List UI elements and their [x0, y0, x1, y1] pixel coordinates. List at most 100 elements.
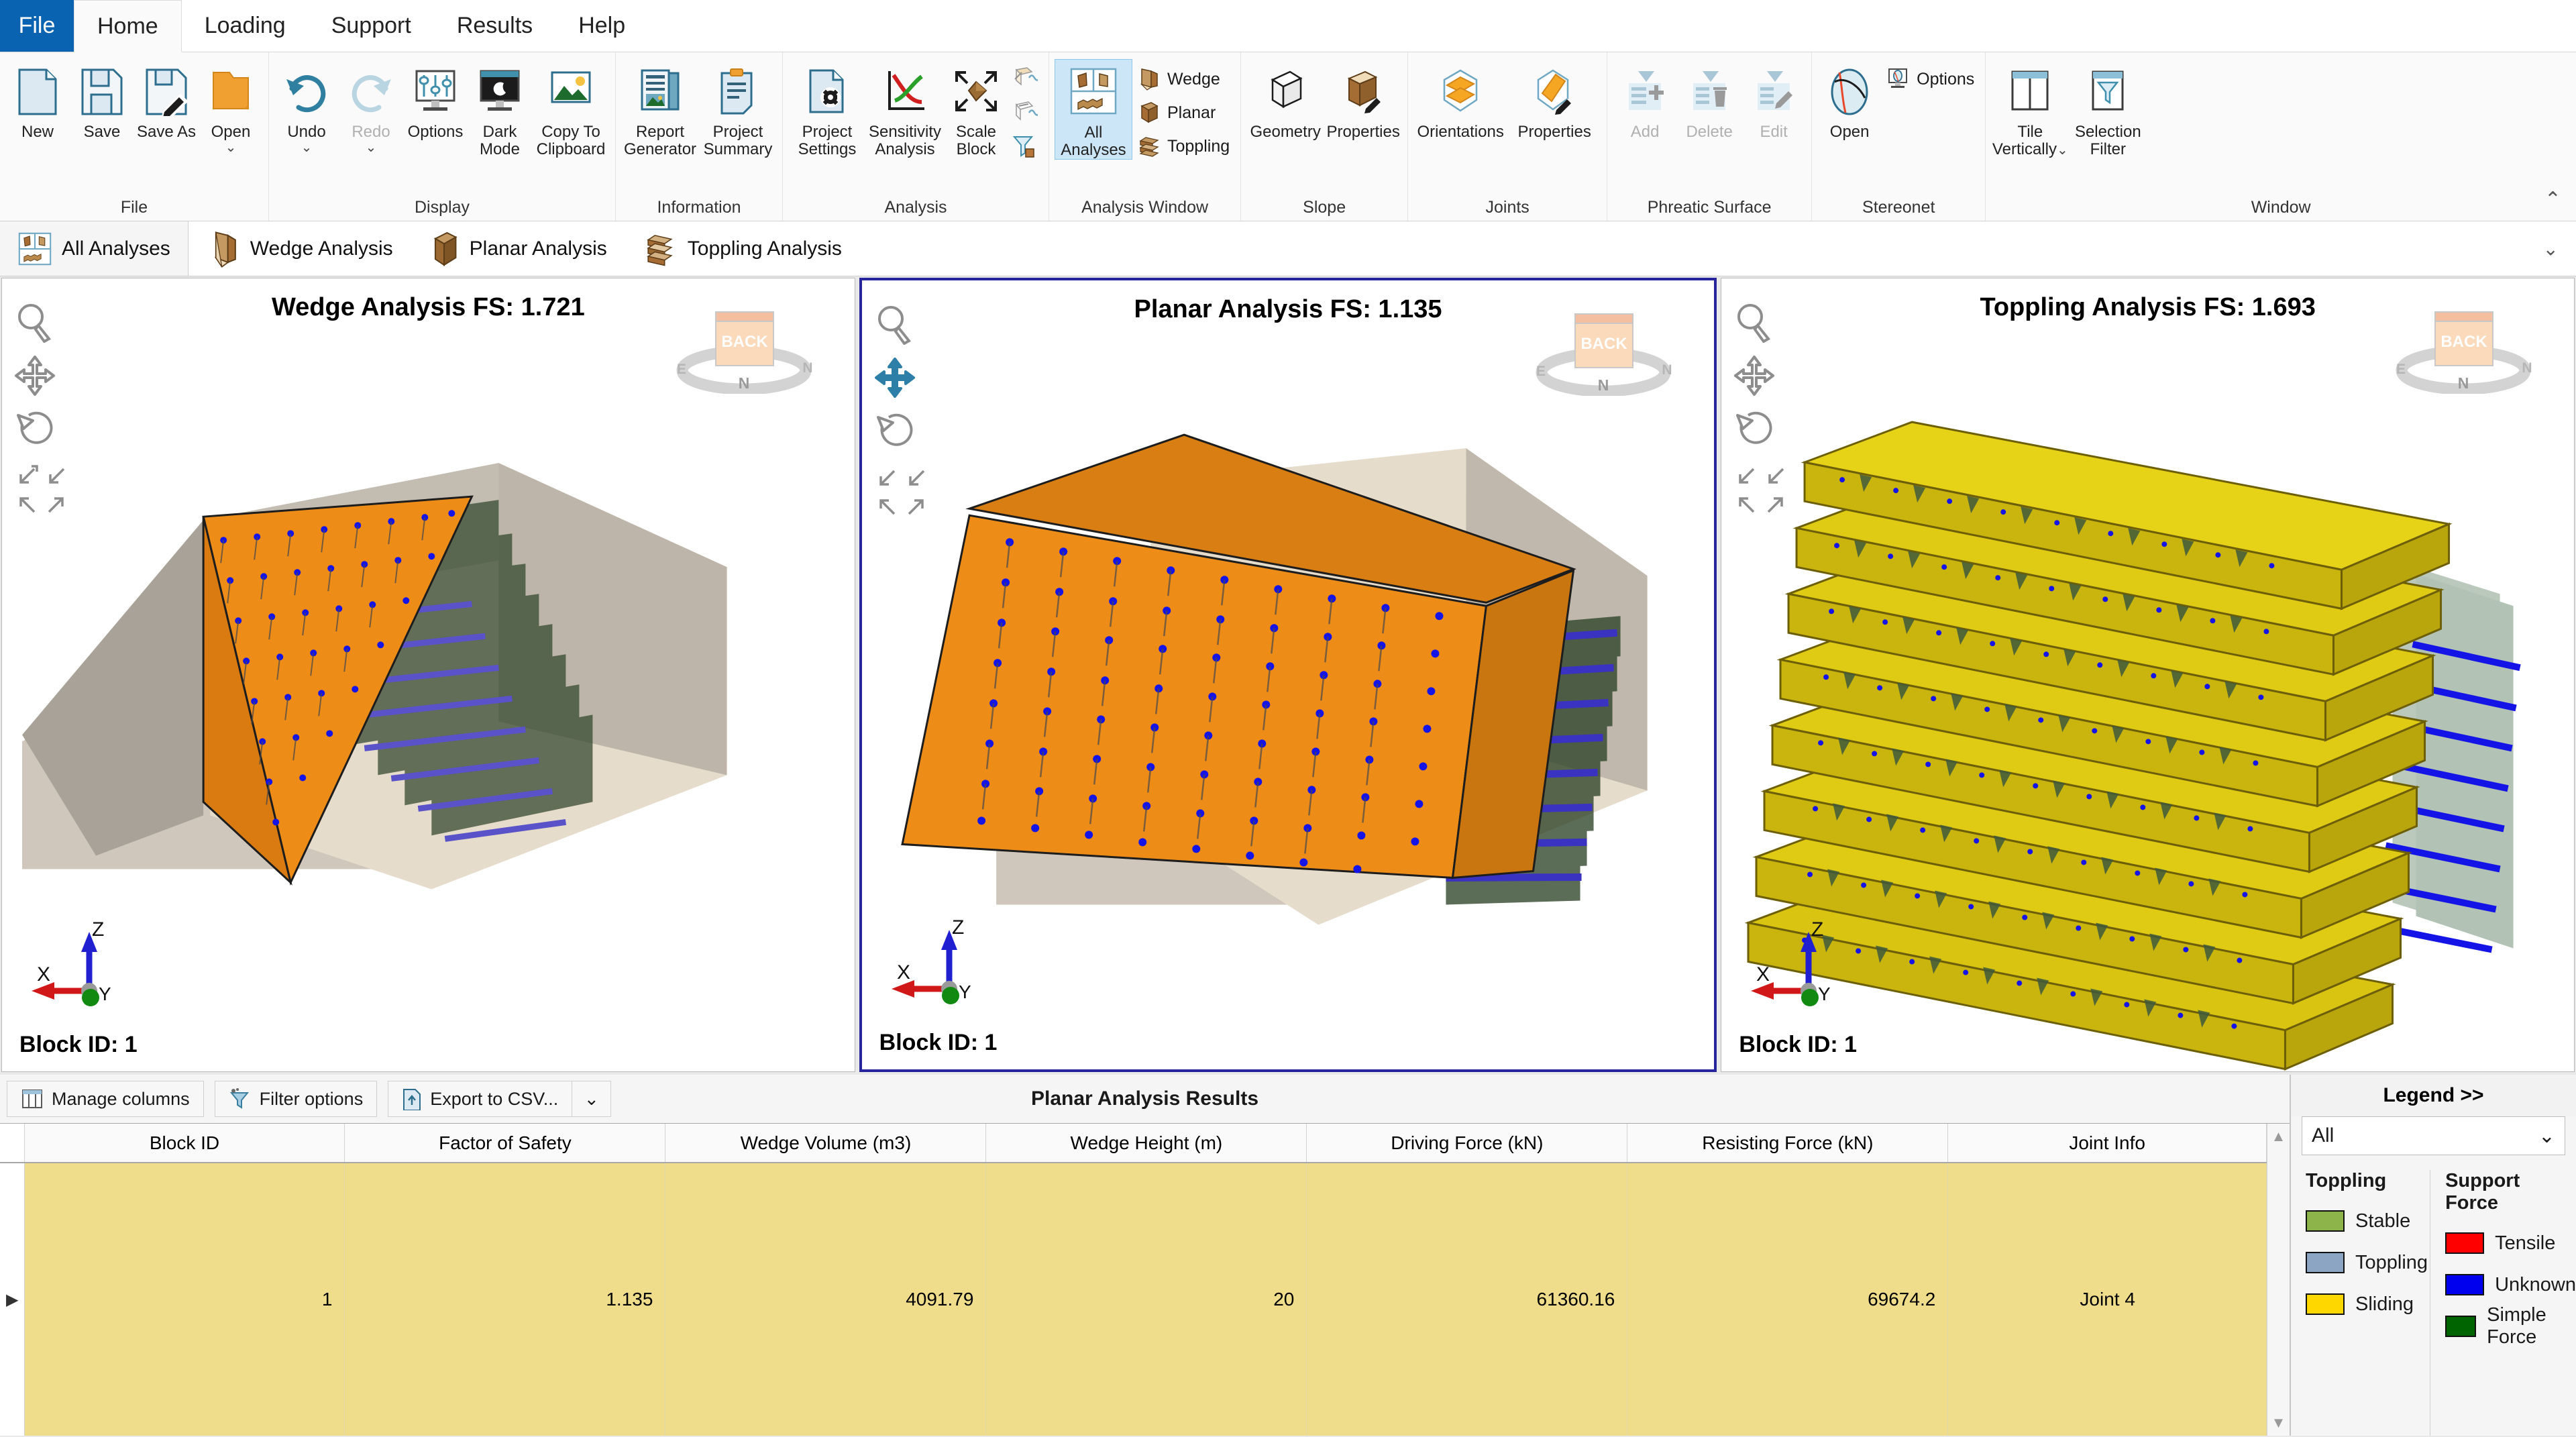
column-header-resisting-force[interactable]: Resisting Force (kN) [1627, 1124, 1948, 1163]
add-phreatic-button[interactable]: Add [1613, 59, 1677, 141]
all-analyses-button[interactable]: All Analyses [1055, 59, 1132, 160]
ribbon-collapse-button[interactable]: ⌃ [2544, 188, 2561, 211]
tile-vertically-button[interactable]: Tile Vertically⌄ [1991, 59, 2069, 158]
dark-mode-button[interactable]: Dark Mode [468, 59, 532, 158]
tab-planar-analysis[interactable]: Planar Analysis [411, 221, 625, 276]
zoom-top-right-icon[interactable] [44, 464, 70, 489]
open-button[interactable]: Open ⌄ [199, 59, 263, 154]
ribbon-group-information: Report Generator Project Summary Informa… [616, 52, 783, 221]
viewport-planar[interactable]: Planar Analysis FS: 1.135 N E [859, 278, 1717, 1072]
undo-caret-icon[interactable]: ⌄ [301, 141, 313, 154]
zoom-tool-icon[interactable] [1733, 301, 1775, 343]
column-header-driving-force[interactable]: Driving Force (kN) [1307, 1124, 1627, 1163]
open-button-label: Open [211, 123, 251, 141]
new-button[interactable]: New [5, 59, 70, 141]
pan-tool-icon[interactable] [14, 355, 56, 396]
edit-phreatic-button[interactable]: Edit [1741, 59, 1806, 141]
column-header-wedge-height[interactable]: Wedge Height (m) [986, 1124, 1307, 1163]
save-as-button[interactable]: Save As [134, 59, 199, 141]
joint-properties-icon [1530, 63, 1578, 121]
zoom-bottom-right-icon[interactable] [904, 494, 930, 519]
redo-caret-icon[interactable]: ⌄ [366, 141, 377, 154]
zoom-top-left-icon[interactable] [1733, 464, 1760, 489]
zoom-tool-icon[interactable] [874, 303, 916, 345]
zoom-bottom-left-icon[interactable] [14, 492, 41, 517]
rotate-tool-icon[interactable] [14, 409, 56, 450]
export-to-csv-button[interactable]: Export to CSV... [388, 1081, 572, 1117]
wedge-3d-scene [2, 278, 855, 1071]
toppling-window-button[interactable]: Toppling [1132, 130, 1235, 162]
delete-phreatic-button[interactable]: Delete [1677, 59, 1741, 141]
manage-columns-button[interactable]: Manage columns [7, 1081, 204, 1117]
slope-properties-button[interactable]: Properties [1324, 59, 1402, 141]
zoom-bottom-left-icon[interactable] [874, 494, 901, 519]
slope-geometry-button[interactable]: Geometry [1246, 59, 1324, 141]
joint-properties-label: Properties [1517, 123, 1591, 141]
legend-header[interactable]: Legend >> [2291, 1075, 2576, 1116]
viewport-wedge[interactable]: Wedge Analysis FS: 1.721 N E [1, 278, 855, 1072]
zoom-bottom-right-icon[interactable] [1763, 492, 1790, 517]
zoom-top-left-icon[interactable] [14, 464, 41, 489]
selection-filter-button[interactable]: Selection Filter [2069, 59, 2147, 158]
results-toolbar: Manage columns Filter options Export to … [0, 1075, 2290, 1123]
tab-all-analyses[interactable]: All Analyses [0, 221, 189, 276]
view-cube-widget[interactable]: N E N BACK [1513, 309, 1694, 396]
rotate-tool-icon[interactable] [1733, 409, 1775, 450]
stereonet-options-button[interactable]: Options [1882, 63, 1980, 95]
viewport-toppling[interactable]: Toppling Analysis FS: 1.693 N E [1721, 278, 2575, 1072]
zoom-bottom-left-icon[interactable] [1733, 492, 1760, 517]
tile-vertically-caret-icon[interactable]: ⌄ [2057, 143, 2068, 158]
zoom-top-right-icon[interactable] [1763, 464, 1790, 489]
menu-item-support[interactable]: Support [309, 0, 434, 52]
pan-tool-icon[interactable] [1733, 355, 1775, 396]
tab-toppling-analysis[interactable]: Toppling Analysis [625, 221, 859, 276]
tabstrip-collapse-icon[interactable]: ⌄ [2543, 237, 2559, 260]
menu-item-loading[interactable]: Loading [182, 0, 309, 52]
column-header-joint-info[interactable]: Joint Info [1948, 1124, 2267, 1163]
open-caret-icon[interactable]: ⌄ [225, 141, 237, 154]
project-summary-button[interactable]: Project Summary [699, 59, 777, 158]
redo-button[interactable]: Redo ⌄ [339, 59, 403, 154]
filter-options-button[interactable]: Filter options [215, 1081, 378, 1117]
column-header-block-id[interactable]: Block ID [24, 1124, 345, 1163]
scale-block-button[interactable]: Scale Block [944, 59, 1008, 158]
column-header-wedge-volume[interactable]: Wedge Volume (m3) [665, 1124, 986, 1163]
save-button[interactable]: Save [70, 59, 134, 141]
bench-button[interactable] [1008, 97, 1043, 129]
pan-tool-icon[interactable] [874, 357, 916, 398]
tab-wedge-analysis[interactable]: Wedge Analysis [189, 221, 411, 276]
menu-item-results[interactable]: Results [434, 0, 555, 52]
undo-button[interactable]: Undo ⌄ [274, 59, 339, 154]
table-row[interactable]: ▶ 1 1.135 4091.79 20 61360.16 69674.2 Jo… [0, 1163, 2267, 1436]
report-generator-button[interactable]: Report Generator [621, 59, 699, 158]
joint-orientations-button[interactable]: Orientations [1413, 59, 1507, 141]
results-vertical-scrollbar[interactable]: ▲ ▼ [2267, 1124, 2290, 1436]
legend-swatch-toppling [2306, 1252, 2345, 1273]
export-dropdown-button[interactable]: ⌄ [572, 1081, 611, 1117]
scroll-down-arrow-icon[interactable]: ▼ [2271, 1414, 2286, 1432]
copy-to-clipboard-button[interactable]: Copy To Clipboard [532, 59, 610, 158]
project-settings-button[interactable]: Project Settings [788, 59, 866, 158]
zoom-top-left-icon[interactable] [874, 466, 901, 491]
rotate-tool-icon[interactable] [874, 411, 916, 452]
column-header-factor-of-safety[interactable]: Factor of Safety [345, 1124, 665, 1163]
zoom-bottom-right-icon[interactable] [44, 492, 70, 517]
menu-item-help[interactable]: Help [555, 0, 648, 52]
menu-item-home[interactable]: Home [74, 0, 182, 52]
view-cube-widget[interactable]: N E N BACK [2373, 307, 2554, 394]
menu-file-button[interactable]: File [0, 0, 74, 52]
stereonet-open-button[interactable]: Open [1817, 59, 1882, 141]
persistence-button[interactable] [1008, 63, 1043, 95]
zoom-tool-icon[interactable] [14, 301, 56, 343]
legend-filter-select[interactable]: All ⌄ [2302, 1116, 2565, 1155]
project-settings-label: Project Settings [790, 123, 865, 158]
joint-properties-button[interactable]: Properties [1507, 59, 1601, 141]
scroll-up-arrow-icon[interactable]: ▲ [2271, 1128, 2286, 1145]
planar-window-button[interactable]: Planar [1132, 97, 1235, 129]
funnel-block-button[interactable] [1008, 130, 1043, 162]
display-options-button[interactable]: Options [403, 59, 468, 141]
sensitivity-analysis-button[interactable]: Sensitivity Analysis [866, 59, 944, 158]
view-cube-widget[interactable]: N E N BACK [653, 307, 835, 394]
zoom-top-right-icon[interactable] [904, 466, 930, 491]
wedge-window-button[interactable]: Wedge [1132, 63, 1235, 95]
